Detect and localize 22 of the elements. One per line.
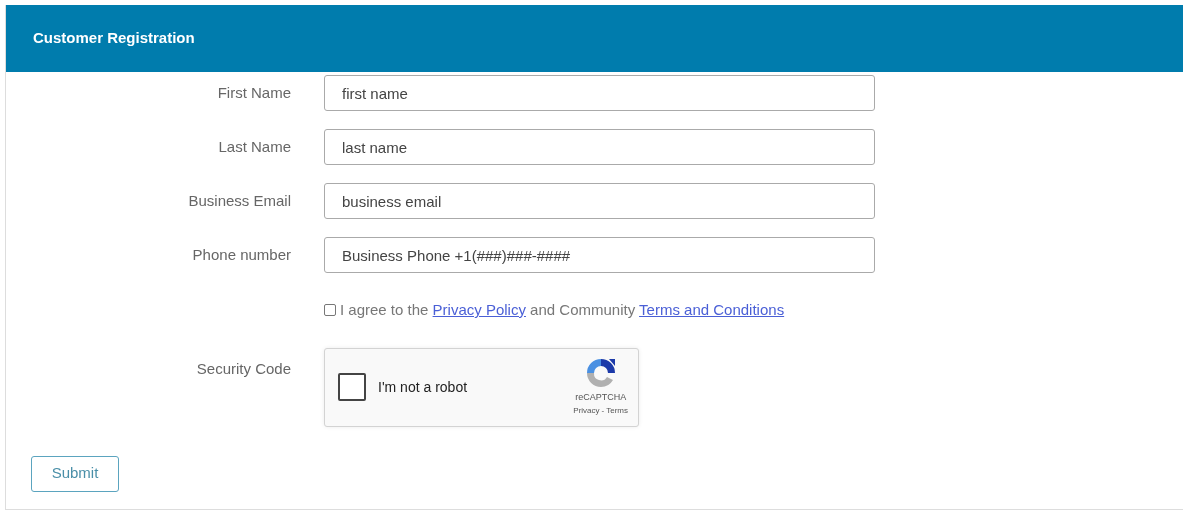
input-field[interactable]: business email — [324, 183, 875, 219]
field-label: Security Code — [196, 358, 291, 379]
privacy-link[interactable]: Privacy — [573, 404, 600, 417]
field-label: Phone number — [192, 244, 291, 265]
input-field[interactable]: Business Phone +1(###)###-#### — [324, 237, 875, 273]
captcha-checkbox[interactable] — [338, 373, 366, 401]
submit-button[interactable]: Submit — [31, 455, 119, 492]
panel-title: Customer Registration — [33, 28, 195, 49]
recaptcha-logo-icon — [584, 357, 617, 390]
field-label: Business Email — [188, 190, 291, 211]
agree-checkbox[interactable] — [324, 304, 336, 317]
field-label: Last Name — [218, 136, 291, 157]
separator-text: - — [601, 404, 605, 417]
policy-link[interactable]: Privacy Policy — [432, 301, 526, 318]
field-label: First Name — [217, 82, 291, 103]
terms-link[interactable]: Terms — [606, 404, 628, 417]
policy-link[interactable]: Terms and Conditions — [639, 301, 785, 318]
input-field[interactable]: last name — [324, 129, 875, 165]
input-field[interactable]: first name — [324, 75, 875, 111]
agreement-text: I agree to the Privacy Policy and Community Terms and Conditions — [340, 300, 785, 320]
captcha-brand: reCAPTCHA — [575, 391, 627, 405]
captcha-label: I'm not a robot — [378, 377, 469, 397]
